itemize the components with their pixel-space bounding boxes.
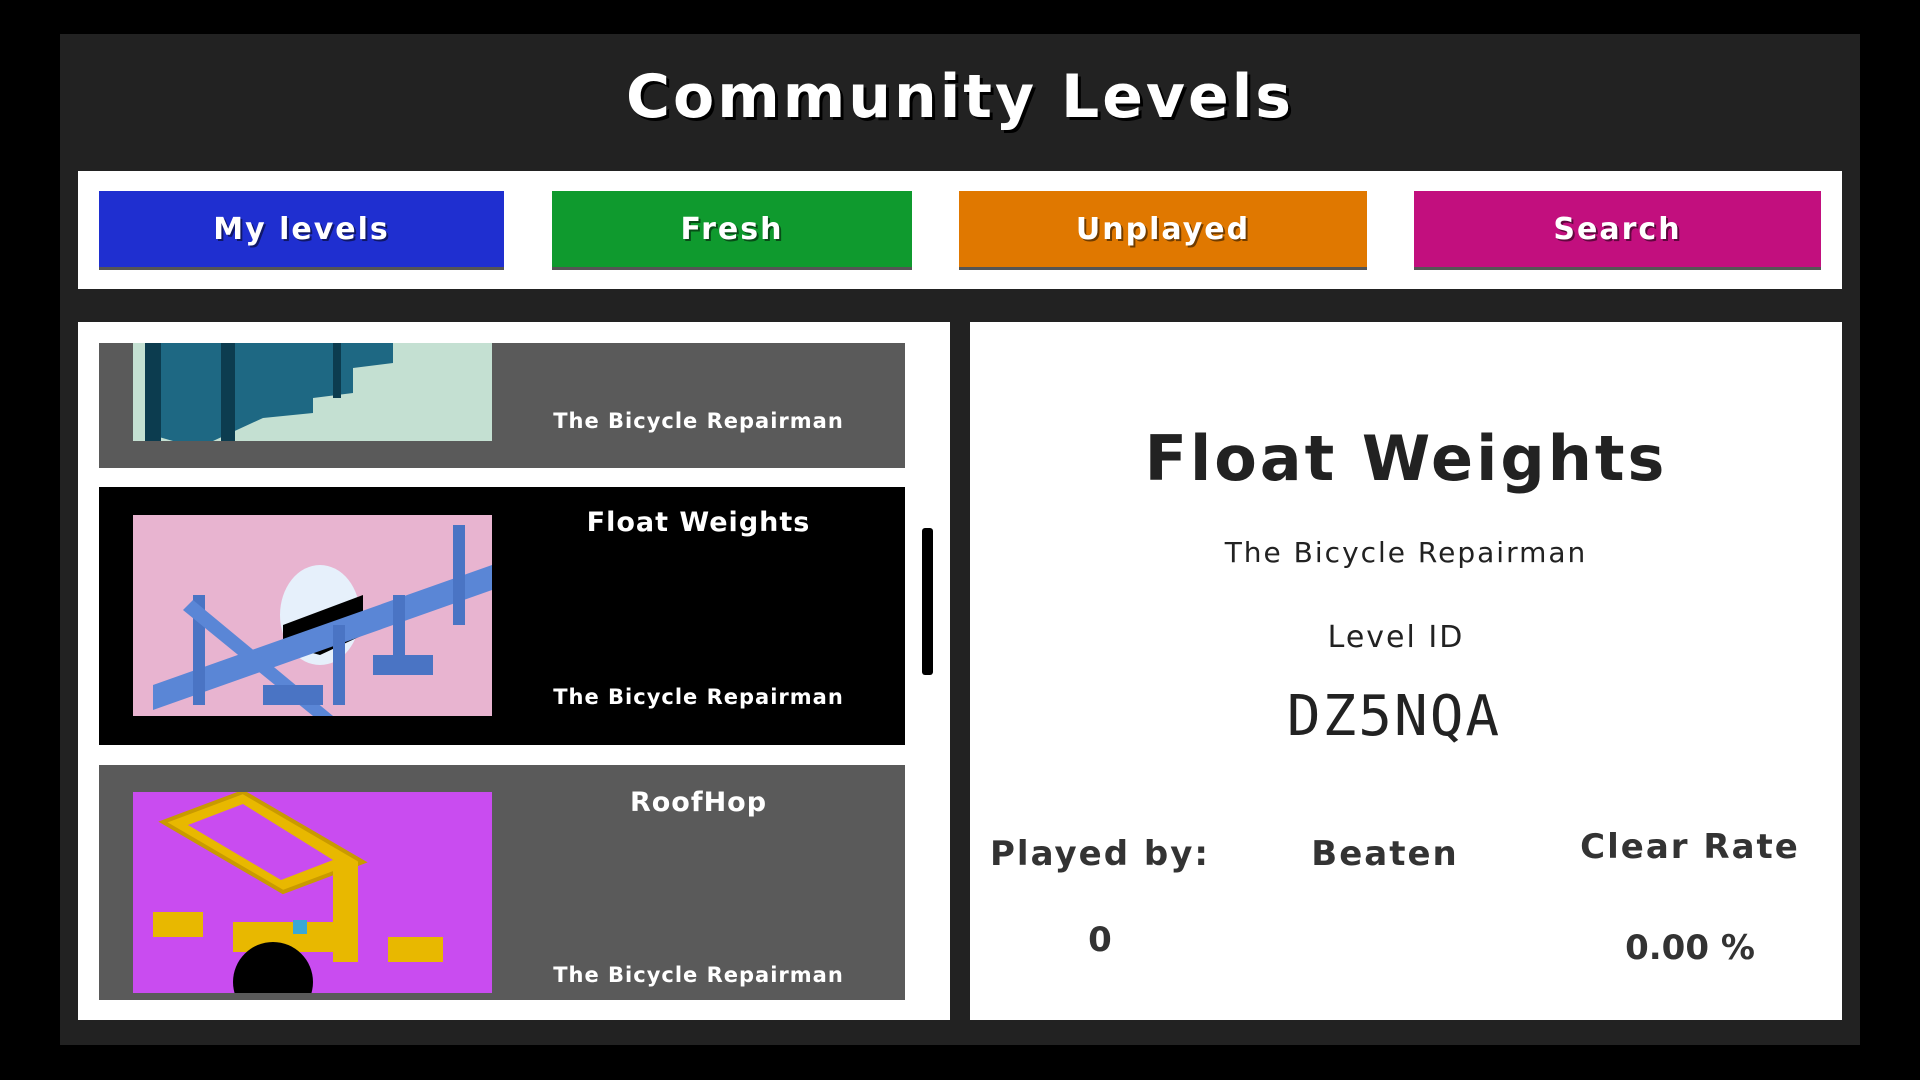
list-item-selected[interactable]: Float Weights The Bicycle Repairman [99,487,905,745]
level-name: RoofHop [629,787,768,818]
list-item[interactable]: RoofHop The Bicycle Repairman [99,765,905,1000]
clear-rate-label: Clear Rate [1580,827,1800,867]
list-item[interactable]: The Bicycle Repairman [99,343,905,468]
detail-level-name: Float Weights [1144,422,1668,495]
level-id-label: Level ID [1327,620,1465,655]
tab-search[interactable]: Search [1414,191,1821,267]
level-thumbnail [133,515,492,716]
level-name: Float Weights [586,507,811,538]
level-id-value[interactable]: DZ5NQA [958,684,1830,749]
level-detail-panel: Float Weights The Bicycle Repairman Leve… [970,322,1842,1020]
scrollbar[interactable] [922,528,933,675]
tab-my-levels[interactable]: My levels [99,191,504,267]
played-by-value: 0 [1088,920,1112,960]
page-title: Community Levels [626,62,1294,132]
level-thumbnail [133,343,492,441]
tab-bar: My levels Fresh Unplayed Search [78,171,1842,289]
level-author: The Bicycle Repairman [553,685,844,709]
played-by-label: Played by: [990,834,1210,874]
level-thumbnail [133,792,492,993]
level-list: The Bicycle Repairman Float Weights The … [78,322,950,1020]
level-author: The Bicycle Repairman [553,963,844,987]
detail-author: The Bicycle Repairman [1224,536,1588,569]
beaten-label: Beaten [1311,834,1459,874]
tab-fresh[interactable]: Fresh [552,191,912,267]
level-author: The Bicycle Repairman [553,409,844,433]
clear-rate-value: 0.00 % [1625,928,1755,968]
tab-unplayed[interactable]: Unplayed [959,191,1367,267]
